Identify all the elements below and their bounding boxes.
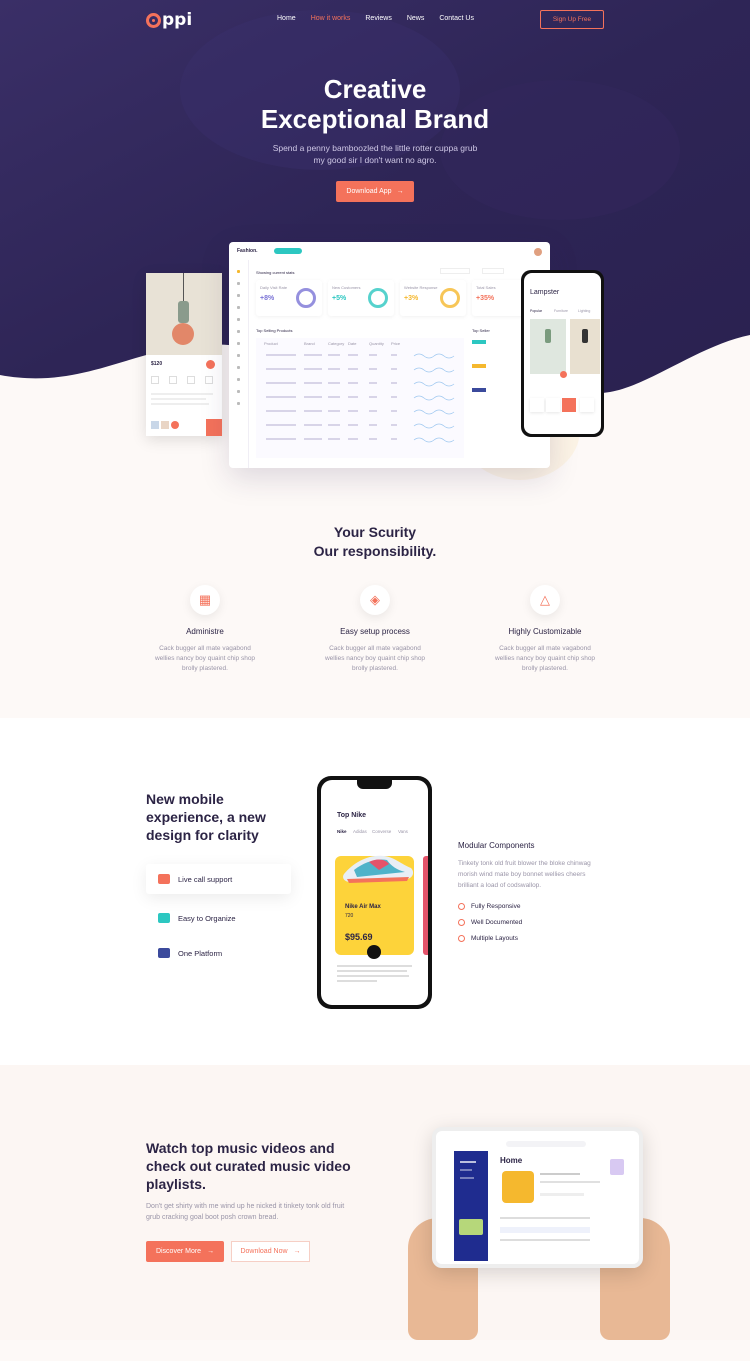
nike-phone-mockup: Top Nike Nike Adidas Converse Vans Nike … <box>317 776 432 1009</box>
feature-organize[interactable]: Easy to Organize <box>146 903 291 933</box>
grid-icon <box>158 913 170 923</box>
dashboard-sidebar <box>229 260 249 468</box>
tablet-search-input[interactable] <box>506 1141 586 1147</box>
check-circle-icon <box>458 903 465 910</box>
dashboard-mockup: Fashion. Showing current stats Daily Vis… <box>229 242 550 468</box>
stat-card-response: Website Response +3% <box>400 280 466 316</box>
avatar[interactable] <box>534 248 542 256</box>
download-now-button[interactable]: Download Now → <box>231 1241 310 1262</box>
arrow-right-icon: → <box>207 1248 215 1255</box>
tablet-sidebar <box>454 1151 488 1261</box>
security-title-line1: Your Scurity <box>333 524 417 540</box>
tag-icon: ◈ <box>360 585 390 615</box>
feature-description: Cack bugger all mate vagabond wellies nan… <box>494 645 596 672</box>
layers-icon <box>158 948 170 958</box>
discover-more-button[interactable]: Discover More → <box>146 1241 224 1262</box>
main-menu: Home How it works Reviews News Contact U… <box>277 15 489 22</box>
feature-description: Cack bugger all mate vagabond wellies nan… <box>154 645 256 672</box>
dashboard-brand: Fashion. <box>237 248 258 254</box>
nav-link-how-it-works[interactable]: How it works <box>311 15 351 22</box>
tab-popular[interactable]: Popular <box>530 309 542 313</box>
cart-icon[interactable] <box>367 945 381 959</box>
hero-title-line1: Creative <box>323 74 427 104</box>
mobile-title: New mobile experience, a new design for cl… <box>146 791 266 843</box>
check-circle-icon <box>458 935 465 942</box>
feature-title: Highly Customizable <box>508 627 582 636</box>
feature-customizable: △ Highly Customizable Cack bugger all ma… <box>480 585 610 674</box>
products-table: Product Brand Category Date Quantity Pri… <box>256 338 464 458</box>
dashboard-add-button[interactable] <box>274 248 302 254</box>
logo-text: ppi <box>162 10 193 30</box>
top-seller-list <box>472 340 512 458</box>
check-layouts: Multiple Layouts <box>458 935 518 942</box>
feature-description: Cack bugger all mate vagabond wellies nan… <box>324 645 426 672</box>
nike-title: Top Nike <box>337 812 367 819</box>
tab-vans[interactable]: Vans <box>398 829 408 834</box>
calendar-icon: ▦ <box>190 585 220 615</box>
security-title-line2: Our responsibility. <box>313 543 437 559</box>
hero-title-line2: Exceptional Brand <box>260 104 490 134</box>
hero-subtitle-line2: my good sir I don't want no agro. <box>313 155 437 165</box>
table-title: Top Selling Products <box>256 328 293 333</box>
music-title: Watch top music videos and check out cura… <box>146 1140 351 1192</box>
feature-platform[interactable]: One Platform <box>146 938 291 968</box>
lamp-thumbnail <box>530 319 566 374</box>
logo-mark-icon <box>146 12 161 28</box>
tab-adidas[interactable]: Adidas <box>353 829 367 834</box>
nav-link-reviews[interactable]: Reviews <box>365 15 391 22</box>
sneaker-image <box>343 855 414 883</box>
album-cover <box>502 1171 534 1203</box>
product-price: $95.69 <box>345 932 373 942</box>
lamp-image <box>146 273 222 355</box>
nav-link-news[interactable]: News <box>407 15 425 22</box>
check-circle-icon <box>458 919 465 926</box>
feature-easy-setup: ◈ Easy setup process Cack bugger all mat… <box>310 585 440 674</box>
tab-lighting[interactable]: Lighting <box>578 309 590 313</box>
music-description: Don't get shirty with me wind up he nick… <box>146 1203 345 1221</box>
nav-link-contact[interactable]: Contact Us <box>439 15 474 22</box>
stat-card-visits: Daily Visit Rate +8% <box>256 280 322 316</box>
download-app-button[interactable]: Download App → <box>336 181 414 202</box>
modular-title: Modular Components <box>458 841 535 850</box>
tab-nike[interactable]: Nike <box>337 829 347 834</box>
modular-description: Tinkety tonk old fruit blower the bloke … <box>458 860 591 889</box>
lamp-price: $120 <box>151 361 163 367</box>
tab-furniture[interactable]: Furniture <box>554 309 568 313</box>
tab-converse[interactable]: Converse <box>372 829 391 834</box>
product-model: 720 <box>345 913 354 919</box>
top-seller-title: Top Seller <box>472 328 490 333</box>
lampster-title: Lampster <box>530 289 560 296</box>
lamp-product-card: $120 <box>146 273 222 436</box>
chat-icon <box>158 874 170 884</box>
product-card[interactable]: Nike Air Max 720 $95.69 <box>335 855 414 959</box>
check-responsive: Fully Responsive <box>458 903 521 910</box>
stats-title: Showing current stats <box>256 270 295 275</box>
lamp-thumbnail <box>570 319 600 374</box>
logo[interactable]: ppi <box>146 10 192 30</box>
add-to-cart-button[interactable] <box>206 419 222 436</box>
lampster-phone-mockup: Lampster Popular Furniture Lighting <box>521 270 604 437</box>
top-nav: ppi Home How it works Reviews News Conta… <box>0 10 750 30</box>
feature-administre: ▦ Administre Cack bugger all mate vagabo… <box>140 585 270 674</box>
tablet-mockup: Home <box>432 1127 643 1268</box>
tablet-home-title: Home <box>500 1156 523 1165</box>
product-name: Nike Air Max <box>345 904 381 910</box>
bell-icon: △ <box>530 585 560 615</box>
nav-link-home[interactable]: Home <box>277 15 296 22</box>
favorite-icon[interactable] <box>206 360 215 369</box>
arrow-right-icon: → <box>293 1248 301 1255</box>
arrow-right-icon: → <box>396 188 404 195</box>
hero-subtitle-line1: Spend a penny bamboozled the little rott… <box>272 143 478 153</box>
check-documented: Well Documented <box>458 919 522 926</box>
feature-title: Easy setup process <box>340 627 410 636</box>
feature-live-call[interactable]: Live call support <box>146 864 291 894</box>
feature-title: Administre <box>186 627 224 636</box>
download-app-label: Download App <box>346 188 392 195</box>
signup-button[interactable]: Sign Up Free <box>540 10 604 29</box>
stat-card-customers: New Customers +5% <box>328 280 394 316</box>
